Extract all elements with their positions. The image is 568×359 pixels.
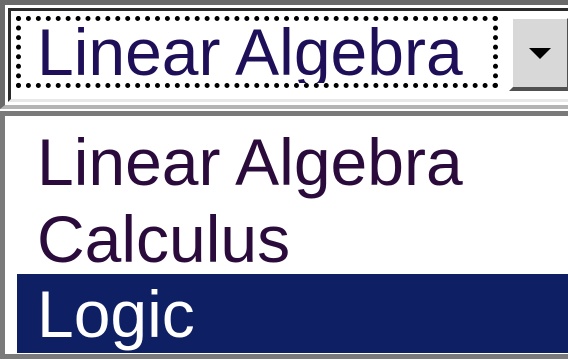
combobox-selected-value[interactable]: Linear Algebra xyxy=(16,16,498,88)
dropdown-toggle-button[interactable] xyxy=(509,15,568,91)
subject-combobox[interactable]: Linear Algebra xyxy=(0,0,568,109)
dropdown-option-calculus[interactable]: Calculus xyxy=(17,199,568,278)
dropdown-option-linear-algebra[interactable]: Linear Algebra xyxy=(17,122,568,201)
subject-dropdown-widget: Linear Algebra Linear Algebra Calculus L… xyxy=(0,0,568,359)
combobox-field: Linear Algebra xyxy=(8,8,568,102)
dropdown-option-logic[interactable]: Logic xyxy=(17,274,568,353)
chevron-down-icon xyxy=(529,47,551,59)
dropdown-list: Linear Algebra Calculus Logic xyxy=(0,111,568,359)
